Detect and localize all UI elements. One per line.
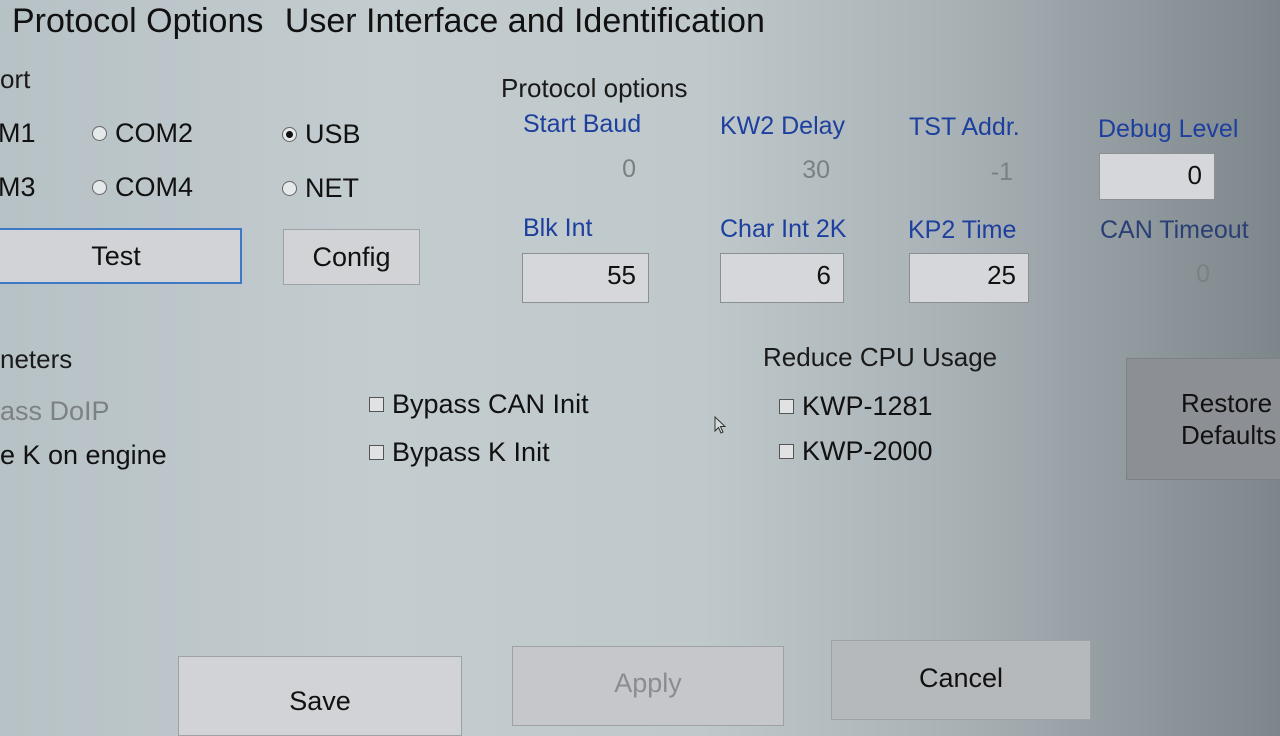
config-button[interactable]: Config bbox=[283, 229, 420, 285]
radio-net[interactable]: NET bbox=[282, 173, 359, 204]
radio-usb[interactable]: USB bbox=[282, 119, 361, 150]
blk-int-input[interactable]: 55 bbox=[522, 253, 649, 303]
radio-com1[interactable]: M1 bbox=[0, 118, 36, 149]
can-timeout-label: CAN Timeout bbox=[1100, 216, 1249, 244]
apply-button: Apply bbox=[512, 646, 784, 726]
checkbox-icon bbox=[369, 445, 384, 460]
checkbox-label: ass DoIP bbox=[0, 396, 110, 426]
start-baud-value: 0 bbox=[622, 155, 636, 183]
bypass-k-init-checkbox[interactable]: Bypass K Init bbox=[369, 437, 550, 468]
kwp-1281-checkbox[interactable]: KWP-1281 bbox=[779, 391, 933, 422]
mouse-cursor-icon bbox=[714, 416, 727, 434]
test-button[interactable]: Test bbox=[0, 228, 242, 284]
radio-label: USB bbox=[305, 119, 361, 149]
cancel-button[interactable]: Cancel bbox=[831, 640, 1091, 720]
kp2-time-input[interactable]: 25 bbox=[909, 253, 1029, 303]
can-timeout-value: 0 bbox=[1196, 260, 1210, 288]
radio-com3[interactable]: M3 bbox=[0, 172, 36, 203]
tab-protocol-options[interactable]: Protocol Options bbox=[12, 2, 263, 40]
kw2-delay-label: KW2 Delay bbox=[720, 112, 846, 140]
radio-button-icon bbox=[92, 180, 107, 195]
tst-addr-label: TST Addr. bbox=[909, 113, 1020, 141]
bypass-can-init-checkbox[interactable]: Bypass CAN Init bbox=[369, 389, 589, 420]
radio-button-icon bbox=[92, 126, 107, 141]
radio-button-icon bbox=[282, 181, 297, 196]
tab-user-interface[interactable]: User Interface and Identification bbox=[285, 2, 765, 40]
char-int-2k-label: Char Int 2K bbox=[720, 215, 847, 243]
checkbox-label: KWP-2000 bbox=[802, 436, 933, 466]
bypass-doip-checkbox: ass DoIP bbox=[0, 396, 110, 427]
tab-bar: Protocol Options User Interface and Iden… bbox=[12, 2, 777, 41]
radio-com2[interactable]: COM2 bbox=[92, 118, 193, 149]
radio-label: COM4 bbox=[115, 172, 194, 202]
restore-defaults-button[interactable]: Restore Defaults bbox=[1126, 358, 1280, 480]
checkbox-label: KWP-1281 bbox=[802, 391, 933, 421]
radio-label: M3 bbox=[0, 172, 36, 202]
kp2-time-label: KP2 Time bbox=[908, 216, 1017, 244]
checkbox-icon bbox=[779, 444, 794, 459]
checkbox-label: Bypass K Init bbox=[392, 437, 550, 467]
kwp-2000-checkbox[interactable]: KWP-2000 bbox=[779, 436, 933, 467]
checkbox-label: Bypass CAN Init bbox=[392, 389, 589, 419]
radio-com4[interactable]: COM4 bbox=[92, 172, 193, 203]
char-int-2k-input[interactable]: 6 bbox=[720, 253, 844, 303]
port-group-label: ort bbox=[0, 64, 31, 94]
start-baud-label: Start Baud bbox=[523, 110, 642, 138]
checkbox-label: e K on engine bbox=[0, 440, 167, 470]
defaults-label: Defaults bbox=[1181, 420, 1277, 450]
kw2-delay-value: 30 bbox=[802, 156, 830, 184]
radio-label: NET bbox=[305, 173, 359, 203]
reduce-cpu-label: Reduce CPU Usage bbox=[763, 342, 998, 372]
tst-addr-value: -1 bbox=[990, 158, 1013, 186]
parameters-label: neters bbox=[0, 344, 73, 374]
checkbox-icon bbox=[779, 399, 794, 414]
restore-label: Restore bbox=[1181, 388, 1273, 418]
checkbox-icon bbox=[369, 397, 384, 412]
k-on-engine-checkbox[interactable]: e K on engine bbox=[0, 440, 167, 471]
debug-level-input[interactable]: 0 bbox=[1099, 153, 1215, 200]
radio-label: COM2 bbox=[115, 118, 194, 148]
blk-int-label: Blk Int bbox=[523, 214, 593, 242]
radio-selected-icon bbox=[282, 127, 297, 142]
debug-level-label: Debug Level bbox=[1098, 115, 1239, 143]
radio-label: M1 bbox=[0, 118, 36, 148]
protocol-options-label: Protocol options bbox=[501, 73, 688, 103]
save-button[interactable]: Save bbox=[178, 656, 462, 736]
